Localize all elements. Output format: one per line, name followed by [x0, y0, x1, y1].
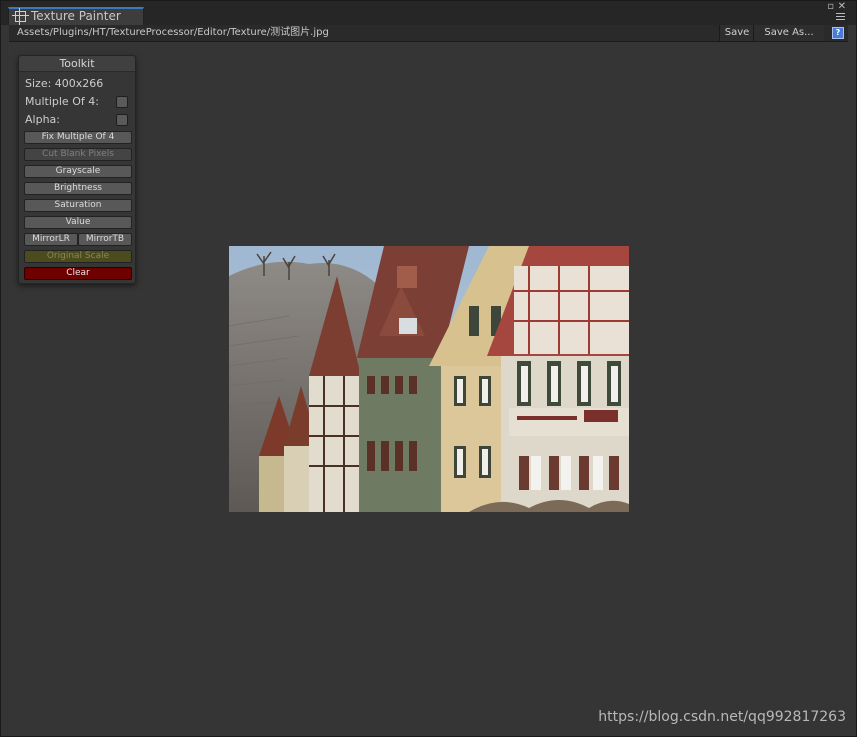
texture-preview-image[interactable] [229, 246, 629, 512]
window-menu-icon[interactable] [832, 13, 846, 22]
tab-texture-painter[interactable]: Texture Painter [8, 7, 144, 25]
toolkit-title[interactable]: Toolkit [19, 56, 135, 72]
mirror-tb-button[interactable]: MirrorTB [78, 233, 132, 246]
save-button[interactable]: Save [719, 25, 754, 41]
save-as-button[interactable]: Save As... [753, 25, 824, 41]
restore-icon[interactable]: ▫ [827, 2, 834, 12]
title-bar: Texture Painter ▫ ✕ [1, 1, 856, 25]
watermark-text: https://blog.csdn.net/qq992817263 [598, 709, 846, 725]
saturation-button[interactable]: Saturation [24, 199, 132, 212]
clear-button[interactable]: Clear [24, 267, 132, 280]
size-label: Size: 400x266 [25, 77, 104, 90]
tab-title: Texture Painter [31, 9, 121, 23]
toolkit-panel[interactable]: Toolkit Size: 400x266 Multiple Of 4: Alp… [18, 55, 136, 284]
toolbar: Assets/Plugins/HT/TextureProcessor/Edito… [9, 25, 848, 42]
alpha-label: Alpha: [25, 113, 60, 126]
mirror-lr-button[interactable]: MirrorLR [24, 233, 78, 246]
brightness-button[interactable]: Brightness [24, 182, 132, 195]
close-icon[interactable]: ✕ [838, 2, 846, 12]
grayscale-button[interactable]: Grayscale [24, 165, 132, 178]
move-tool-icon [12, 8, 29, 25]
help-icon[interactable]: ? [832, 27, 844, 39]
multiple-of-4-label: Multiple Of 4: [25, 95, 99, 108]
fix-multiple-of-4-button[interactable]: Fix Multiple Of 4 [24, 131, 132, 144]
cut-blank-pixels-button[interactable]: Cut Blank Pixels [24, 148, 132, 161]
alpha-checkbox[interactable] [116, 114, 128, 126]
texture-path: Assets/Plugins/HT/TextureProcessor/Edito… [17, 27, 329, 38]
original-scale-button[interactable]: Original Scale [24, 250, 132, 263]
value-button[interactable]: Value [24, 216, 132, 229]
texture-painter-window: Texture Painter ▫ ✕ Assets/Plugins/HT/Te… [0, 0, 857, 737]
multiple-of-4-checkbox[interactable] [116, 96, 128, 108]
